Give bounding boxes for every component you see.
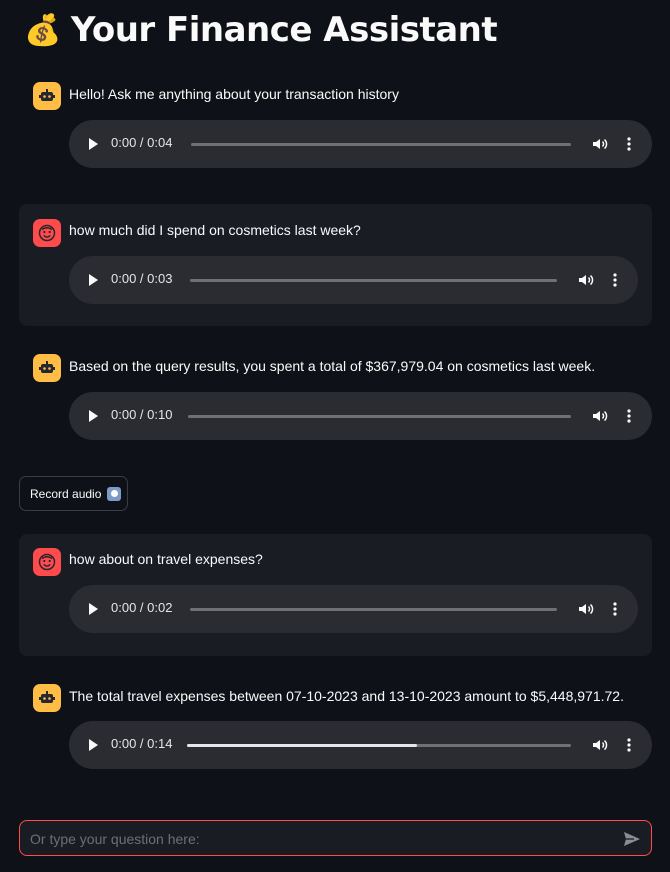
- audio-player[interactable]: 0:00 / 0:14: [69, 721, 652, 769]
- record-icon: [107, 486, 122, 501]
- more-options-icon[interactable]: [626, 406, 632, 426]
- chat-message-user: how about on travel expenses? 0:00 / 0:0…: [19, 534, 652, 656]
- play-icon[interactable]: [89, 274, 98, 286]
- chat-message-assistant: The total travel expenses between 07-10-…: [19, 676, 652, 784]
- play-icon[interactable]: [89, 739, 98, 751]
- volume-icon[interactable]: [577, 600, 595, 618]
- robot-icon: [39, 691, 55, 703]
- more-options-icon[interactable]: [626, 735, 632, 755]
- audio-progress-track[interactable]: [190, 608, 557, 611]
- smiley-face-icon: [38, 553, 56, 571]
- assistant-avatar: [33, 354, 61, 382]
- more-options-icon[interactable]: [612, 270, 618, 290]
- audio-progress-track[interactable]: [187, 744, 571, 747]
- page-title: 💰 Your Finance Assistant: [24, 8, 498, 52]
- volume-icon[interactable]: [591, 135, 609, 153]
- volume-icon[interactable]: [577, 271, 595, 289]
- send-icon[interactable]: [623, 830, 641, 848]
- user-avatar: [33, 548, 61, 576]
- robot-icon: [39, 89, 55, 101]
- audio-progress-track[interactable]: [191, 143, 571, 146]
- audio-progress-fill: [187, 744, 418, 747]
- audio-player[interactable]: 0:00 / 0:03: [69, 256, 638, 304]
- record-audio-button[interactable]: Record audio: [19, 476, 128, 511]
- play-icon[interactable]: [89, 603, 98, 615]
- message-text: Based on the query results, you spent a …: [69, 358, 596, 374]
- page-title-text: Your Finance Assistant: [70, 10, 498, 50]
- play-icon[interactable]: [89, 410, 98, 422]
- more-options-icon[interactable]: [626, 134, 632, 154]
- chat-message-user: how much did I spend on cosmetics last w…: [19, 204, 652, 326]
- audio-player[interactable]: 0:00 / 0:04: [69, 120, 652, 168]
- record-audio-label: Record audio: [30, 486, 102, 501]
- message-text: how about on travel expenses?: [69, 551, 263, 567]
- audio-player[interactable]: 0:00 / 0:02: [69, 585, 638, 633]
- audio-time: 0:00 / 0:03: [111, 271, 173, 286]
- message-text: Hello! Ask me anything about your transa…: [69, 86, 399, 102]
- audio-time: 0:00 / 0:10: [111, 407, 173, 422]
- audio-progress-track[interactable]: [188, 415, 571, 418]
- chat-input[interactable]: [28, 821, 612, 857]
- audio-player[interactable]: 0:00 / 0:10: [69, 392, 652, 440]
- more-options-icon[interactable]: [612, 599, 618, 619]
- chat-message-assistant: Hello! Ask me anything about your transa…: [19, 72, 652, 180]
- chat-input-container[interactable]: [19, 820, 652, 857]
- audio-time: 0:00 / 0:14: [111, 736, 173, 751]
- robot-icon: [39, 361, 55, 373]
- assistant-avatar: [33, 82, 61, 110]
- message-text: how much did I spend on cosmetics last w…: [69, 222, 361, 238]
- audio-progress-track[interactable]: [190, 279, 557, 282]
- audio-time: 0:00 / 0:02: [111, 600, 173, 615]
- assistant-avatar: [33, 684, 61, 712]
- volume-icon[interactable]: [591, 407, 609, 425]
- audio-time: 0:00 / 0:04: [111, 135, 173, 150]
- play-icon[interactable]: [89, 138, 98, 150]
- volume-icon[interactable]: [591, 736, 609, 754]
- chat-message-assistant: Based on the query results, you spent a …: [19, 346, 652, 454]
- message-text: The total travel expenses between 07-10-…: [69, 688, 624, 704]
- user-avatar: [33, 219, 61, 247]
- money-bag-icon: 💰: [24, 12, 61, 48]
- smiley-face-icon: [38, 224, 56, 242]
